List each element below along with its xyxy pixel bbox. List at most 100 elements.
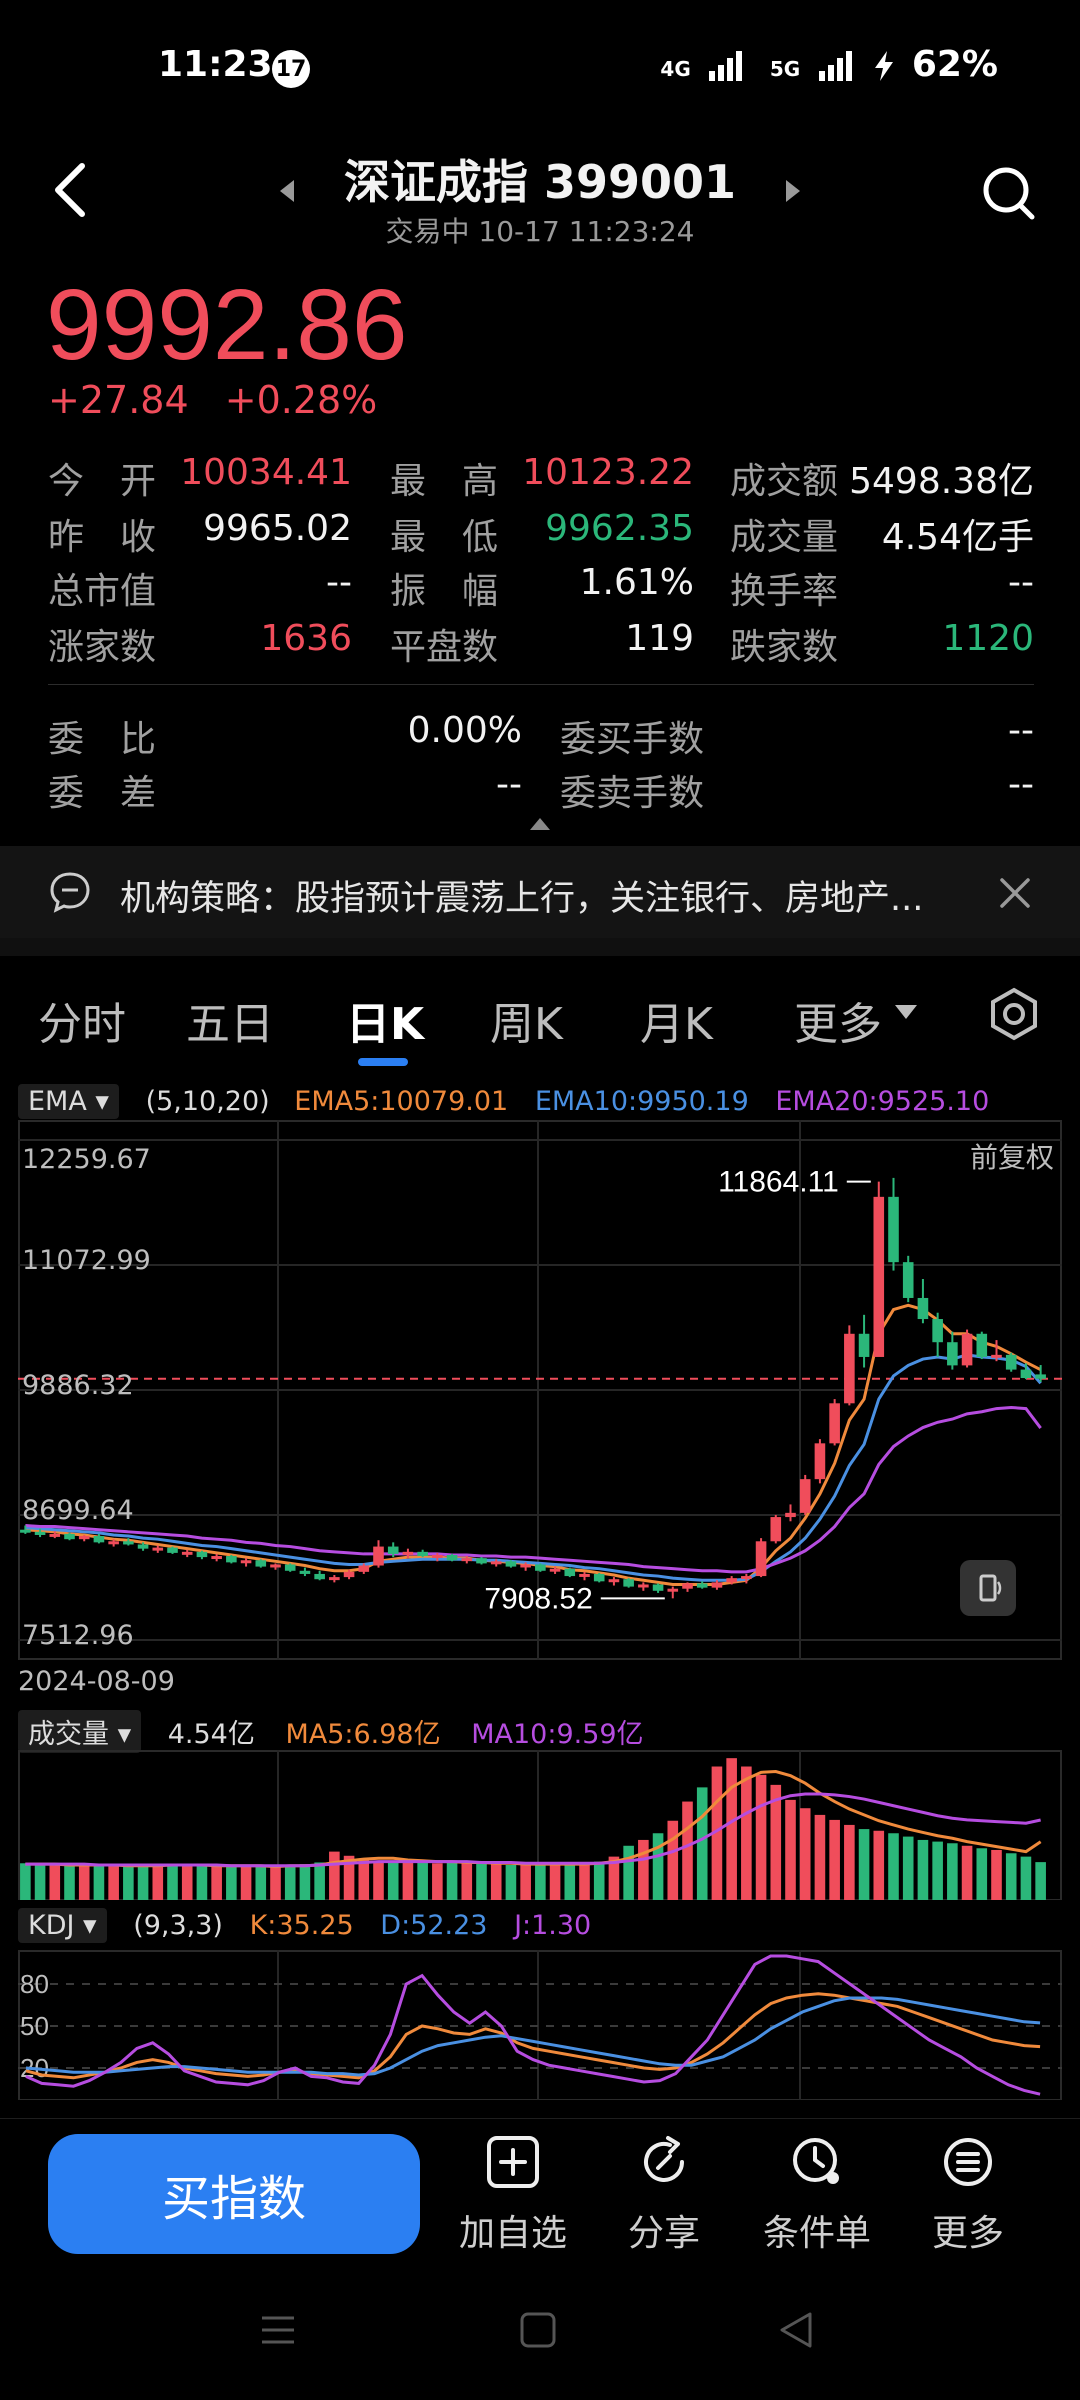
price-change: +27.84 +0.28% [48,378,401,422]
ema-selector[interactable]: EMA ▾ [18,1084,119,1119]
close-icon[interactable] [998,876,1032,910]
candle-body [78,1536,90,1540]
volume-bar [226,1864,237,1900]
volume-bar [152,1865,164,1900]
candle-body [152,1547,164,1551]
candle-body [785,1512,796,1518]
volume-bar [34,1864,46,1900]
recents-icon[interactable] [258,2310,298,2350]
volume-bar [623,1845,634,1900]
price-annotation: 11864.11 [718,1166,839,1199]
candle-body [137,1544,149,1549]
volume-bar [535,1864,546,1900]
volume-bar [741,1766,752,1900]
home-icon[interactable] [518,2310,558,2350]
volume-chart[interactable] [18,1750,1062,1900]
share-button[interactable]: 分享 [594,2134,734,2256]
order-label: 委买手数 [560,719,705,760]
candle-body [1035,1374,1046,1379]
tab-4[interactable]: 月K [640,988,713,1052]
volume-bar [78,1865,90,1900]
volume-bar [976,1848,988,1900]
volume-bar [299,1864,311,1900]
volume-bar [961,1845,973,1900]
add-watchlist-button[interactable]: 加自选 [443,2134,583,2256]
candle-body [549,1568,561,1572]
candle-body [873,1196,885,1357]
volume-bar [270,1867,281,1900]
search-icon[interactable] [980,162,1036,222]
news-text[interactable]: 机构策略：股指预计震荡上行，关注银行、房地产... [120,870,940,921]
next-index-icon[interactable] [786,180,800,202]
vol-ma10-value: MA10:9.59亿 [471,1719,644,1750]
volume-bar [682,1801,693,1900]
kdj-j-value: J:1.30 [514,1910,592,1941]
candle-body [196,1551,208,1558]
kdj-selector[interactable]: KDJ ▾ [18,1908,107,1943]
volume-bar [917,1839,929,1900]
change-value: +27.84 [48,378,189,422]
tab-3[interactable]: 周K [490,988,563,1052]
start-date: 2024-08-09 [18,1666,175,1697]
conditional-order-button[interactable]: 条件单 [747,2134,887,2256]
tab-5[interactable]: 更多 [794,988,882,1052]
settings-hex-icon[interactable] [986,986,1042,1042]
tab-0[interactable]: 分时 [38,988,126,1052]
volume-bar [211,1866,222,1900]
candle-body [741,1576,752,1580]
volume-bar [196,1865,208,1900]
signal-5g-label: 5G [769,57,801,81]
chevron-down-icon[interactable] [895,1005,917,1021]
add-square-icon [487,2136,539,2188]
y-tick-label: 7512.96 [22,1620,134,1651]
volume-selector[interactable]: 成交量 ▾ [18,1710,142,1753]
volume-bar [902,1836,914,1900]
candle-body [844,1333,855,1404]
volume-bar [167,1864,178,1900]
volume-bar [505,1864,517,1900]
status-right: 4G 5G 62% [660,44,998,85]
candle-body [167,1547,178,1553]
candle-body [211,1556,222,1560]
candle-body [34,1531,46,1535]
volume-bar [240,1865,252,1900]
candle-body [64,1533,75,1540]
rotate-button[interactable] [960,1560,1016,1616]
candle-body [255,1560,267,1567]
candle-body [593,1573,605,1582]
candle-body [181,1551,193,1555]
volume-bar [667,1820,679,1900]
candle-body [932,1319,943,1343]
volume-bar [446,1861,458,1900]
volume-bar [284,1864,296,1900]
collapse-caret-icon[interactable] [530,818,550,830]
battery-percent: 62% [911,44,998,85]
candle-body [270,1564,281,1568]
more-button[interactable]: 更多 [898,2134,1038,2256]
back-nav-icon[interactable] [776,2310,816,2350]
volume-bar [108,1865,119,1900]
kdj-chart[interactable]: 805020 [18,1950,1062,2100]
candle-body [49,1533,61,1537]
candle-body [755,1541,767,1577]
stat-value: 1120 [942,618,1034,659]
volume-bar [888,1833,899,1900]
volume-value: 4.54亿 [167,1719,255,1750]
candle-body [226,1556,237,1563]
ema-name: EMA [28,1086,87,1117]
candlestick-chart[interactable]: 11864.11 7908.52 [18,1120,1062,1660]
volume-bar [417,1862,428,1900]
tab-1[interactable]: 五日 [186,988,274,1052]
volume-bar [726,1758,737,1900]
more-label: 更多 [931,2213,1004,2254]
volume-bar [373,1860,384,1900]
tab-2[interactable]: 日K [346,988,424,1052]
signal-bars-icon [818,51,852,81]
volume-bar [520,1864,531,1900]
buy-index-button[interactable]: 买指数 [48,2134,420,2254]
charging-bolt-icon [875,51,894,81]
stat-value: -- [1008,562,1034,603]
volume-bar [873,1830,885,1900]
volume-bar [314,1862,325,1900]
order-value: -- [1008,764,1034,805]
